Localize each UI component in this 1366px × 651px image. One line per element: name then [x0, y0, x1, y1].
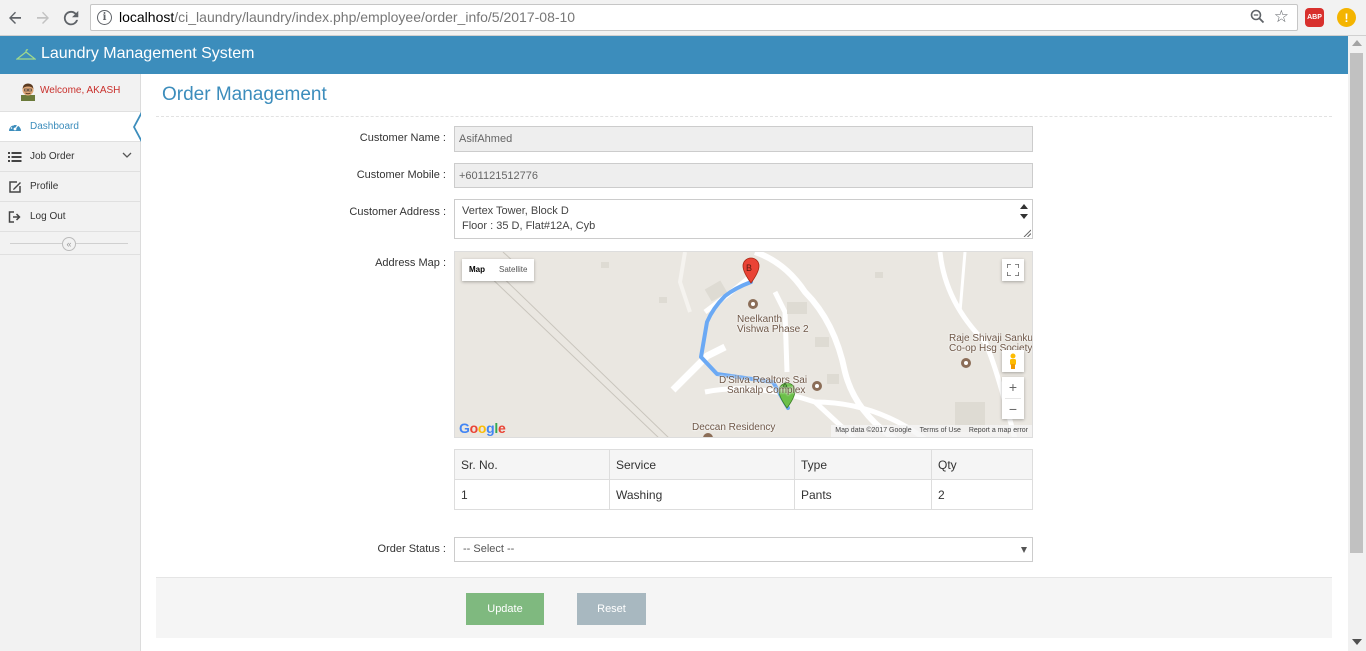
table-cell: Pants — [794, 479, 932, 510]
table-cell: 2 — [931, 479, 1033, 510]
page-scrollbar[interactable] — [1348, 36, 1366, 651]
logout-icon — [8, 211, 21, 223]
column-header: Service — [609, 449, 795, 480]
column-header: Qty — [931, 449, 1033, 480]
sidebar-item-label: Job Order — [30, 151, 75, 162]
customer-address-field[interactable]: Vertex Tower, Block D Floor : 35 D, Flat… — [454, 199, 1033, 239]
order-items-table: Sr. No. Service Type Qty 1 Washing Pants… — [454, 449, 1033, 510]
update-button[interactable]: Update — [466, 593, 544, 625]
sidebar-item-logout[interactable]: Log Out — [0, 202, 140, 232]
sidebar: Welcome, AKASH Dashboard Job Order Profi… — [0, 74, 142, 651]
poi-label[interactable]: Sankalp Complex — [727, 385, 805, 396]
sidebar-item-dashboard[interactable]: Dashboard — [0, 112, 142, 142]
app-title: Laundry Management System — [41, 45, 255, 62]
map-terms-link[interactable]: Terms of Use — [920, 425, 961, 437]
sidebar-collapse-button[interactable]: « — [62, 237, 76, 251]
google-logo[interactable]: Google — [459, 420, 506, 436]
app-header: Laundry Management System — [0, 36, 1348, 74]
address-line-1: Vertex Tower, Block D — [462, 205, 569, 217]
scroll-up-arrow-icon[interactable] — [1352, 40, 1362, 46]
map-type-satellite-button[interactable]: Satellite — [492, 259, 534, 281]
map-report-link[interactable]: Report a map error — [969, 425, 1028, 437]
url-text: localhost/ci_laundry/laundry/index.php/e… — [119, 9, 576, 25]
poi-label[interactable]: Vishwa Phase 2 — [737, 324, 809, 335]
table-header-row: Sr. No. Service Type Qty — [454, 449, 1033, 480]
form-actions-bar: Update Reset — [156, 577, 1332, 638]
order-status-label: Order Status : — [377, 543, 446, 555]
active-indicator-fill — [135, 114, 142, 140]
customer-name-label: Customer Name : — [359, 132, 446, 144]
title-divider — [156, 116, 1332, 117]
avatar — [21, 83, 35, 101]
browser-toolbar: i localhost/ci_laundry/laundry/index.php… — [0, 0, 1366, 36]
adblock-icon[interactable]: ABP — [1305, 8, 1324, 27]
map-attribution: Map data ©2017 Google Terms of Use Repor… — [831, 425, 1032, 437]
list-icon — [8, 152, 22, 162]
zoom-icon[interactable] — [1250, 9, 1265, 28]
sidebar-item-label: Profile — [30, 181, 59, 192]
textarea-scroll-down-icon[interactable] — [1020, 214, 1028, 219]
forward-arrow-icon[interactable] — [32, 7, 54, 29]
chevron-down-icon[interactable] — [122, 150, 132, 160]
reset-button[interactable]: Reset — [577, 593, 646, 625]
dashboard-icon — [9, 123, 21, 131]
table-cell: 1 — [454, 479, 610, 510]
column-header: Type — [794, 449, 932, 480]
table-row: 1 Washing Pants 2 — [454, 479, 1033, 510]
pegman-icon[interactable] — [1002, 350, 1024, 372]
map-type-control[interactable]: Map Satellite — [462, 259, 535, 281]
fullscreen-icon[interactable] — [1002, 259, 1024, 281]
reload-icon[interactable] — [60, 7, 82, 29]
info-icon[interactable]: i — [97, 10, 112, 25]
edit-icon — [9, 181, 21, 193]
address-bar[interactable]: i localhost/ci_laundry/laundry/index.php… — [90, 4, 1298, 31]
map-data-credit: Map data ©2017 Google — [835, 427, 912, 434]
address-line-2: Floor : 35 D, Flat#12A, Cyb — [462, 220, 596, 232]
extension-alert-icon[interactable]: ! — [1337, 8, 1356, 27]
table-cell: Washing — [609, 479, 795, 510]
textarea-scroll-arrows[interactable] — [1018, 202, 1030, 224]
address-map[interactable]: B A Neelkanth Vishwa Phase 2 Raje Shivaj… — [454, 251, 1033, 438]
map-zoom-control[interactable]: + − — [1002, 377, 1024, 419]
scroll-down-arrow-icon[interactable] — [1352, 639, 1362, 645]
resize-grip-icon[interactable] — [1023, 229, 1031, 237]
order-status-value: -- Select -- — [463, 543, 515, 555]
welcome-block: Welcome, AKASH — [0, 74, 140, 112]
bookmark-star-icon[interactable]: ☆ — [1274, 7, 1289, 27]
zoom-out-button[interactable]: − — [1002, 399, 1024, 420]
page-title: Order Management — [162, 84, 327, 105]
poi-label[interactable]: Deccan Residency — [692, 422, 775, 433]
back-arrow-icon[interactable] — [4, 7, 26, 29]
customer-name-field[interactable]: AsifAhmed — [454, 126, 1033, 152]
customer-mobile-label: Customer Mobile : — [356, 169, 446, 181]
sidebar-divider — [0, 254, 140, 255]
sidebar-item-label: Dashboard — [30, 121, 79, 132]
column-header: Sr. No. — [454, 449, 610, 480]
map-canvas[interactable] — [455, 252, 1033, 438]
dropdown-arrow-icon — [1021, 547, 1027, 553]
customer-address-label: Customer Address : — [349, 206, 446, 218]
zoom-in-button[interactable]: + — [1002, 377, 1024, 398]
welcome-text: Welcome, AKASH — [40, 85, 121, 96]
sidebar-item-job-order[interactable]: Job Order — [0, 142, 140, 172]
hanger-logo-icon — [16, 49, 36, 60]
marker-b-label: B — [746, 263, 753, 273]
textarea-scroll-up-icon[interactable] — [1020, 204, 1028, 209]
scroll-thumb[interactable] — [1350, 53, 1363, 553]
order-status-select[interactable]: -- Select -- — [454, 537, 1033, 562]
sidebar-item-profile[interactable]: Profile — [0, 172, 140, 202]
map-type-map-button[interactable]: Map — [462, 259, 492, 281]
sidebar-item-label: Log Out — [30, 211, 66, 222]
customer-mobile-field[interactable]: +601121512776 — [454, 163, 1033, 188]
address-map-label: Address Map : — [375, 257, 446, 269]
